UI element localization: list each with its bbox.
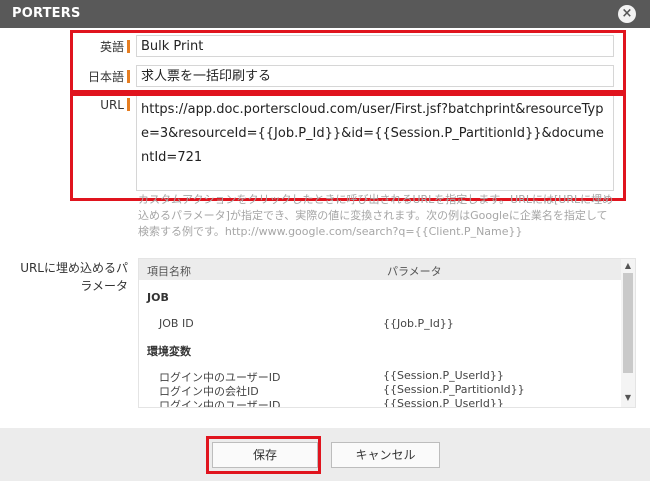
url-label-text: URL: [100, 98, 124, 112]
params-scrollbar[interactable]: ▲ ▼: [621, 259, 635, 407]
table-row-name: JOB ID: [159, 317, 194, 330]
english-label-text: 英語: [99, 40, 124, 54]
english-label: 英語: [60, 38, 130, 55]
table-row-param: {{Session.P_PartitionId}}: [383, 383, 525, 396]
required-marker: [127, 98, 130, 111]
table-row-param: {{Session.P_UserId}}: [383, 397, 504, 408]
scrollbar-thumb[interactable]: [623, 273, 633, 373]
japanese-label: 日本語: [60, 68, 130, 85]
dialog-title: PORTERS: [12, 6, 81, 21]
japanese-name-input[interactable]: 求人票を一括印刷する: [136, 65, 614, 87]
cancel-button[interactable]: キャンセル: [331, 442, 440, 468]
col-header-name: 項目名称: [147, 265, 191, 278]
scroll-up-icon[interactable]: ▲: [621, 261, 635, 270]
close-icon[interactable]: ×: [618, 5, 636, 23]
required-marker: [127, 40, 130, 53]
scroll-down-icon[interactable]: ▼: [621, 393, 635, 402]
params-table-header: 項目名称 パラメータ: [139, 259, 621, 280]
required-marker: [127, 70, 130, 83]
dialog-footer: 保存 キャンセル: [0, 428, 650, 481]
group-title-job: JOB: [147, 291, 169, 304]
english-name-input[interactable]: Bulk Print: [136, 35, 614, 57]
save-button[interactable]: 保存: [212, 442, 318, 468]
table-row-param: {{Session.P_UserId}}: [383, 369, 504, 382]
url-textarea[interactable]: https://app.doc.porterscloud.com/user/Fi…: [136, 95, 614, 191]
col-header-param: パラメータ: [387, 265, 442, 278]
table-row-name: ログイン中のユーザーID: [159, 399, 281, 408]
params-table: 項目名称 パラメータ JOB JOB ID {{Job.P_Id}} 環境変数 …: [138, 258, 636, 408]
dialog-titlebar: PORTERS ×: [0, 0, 650, 28]
group-title-env: 環境変数: [147, 345, 191, 358]
url-help-text: カスタムアクションをクリックしたときに呼び出されるURLを指定します。URLには…: [138, 193, 614, 238]
table-row-param: {{Job.P_Id}}: [383, 317, 454, 330]
japanese-label-text: 日本語: [87, 70, 124, 84]
url-label: URL: [60, 98, 130, 112]
params-label: URLに埋め込めるパラメータ: [20, 261, 128, 293]
